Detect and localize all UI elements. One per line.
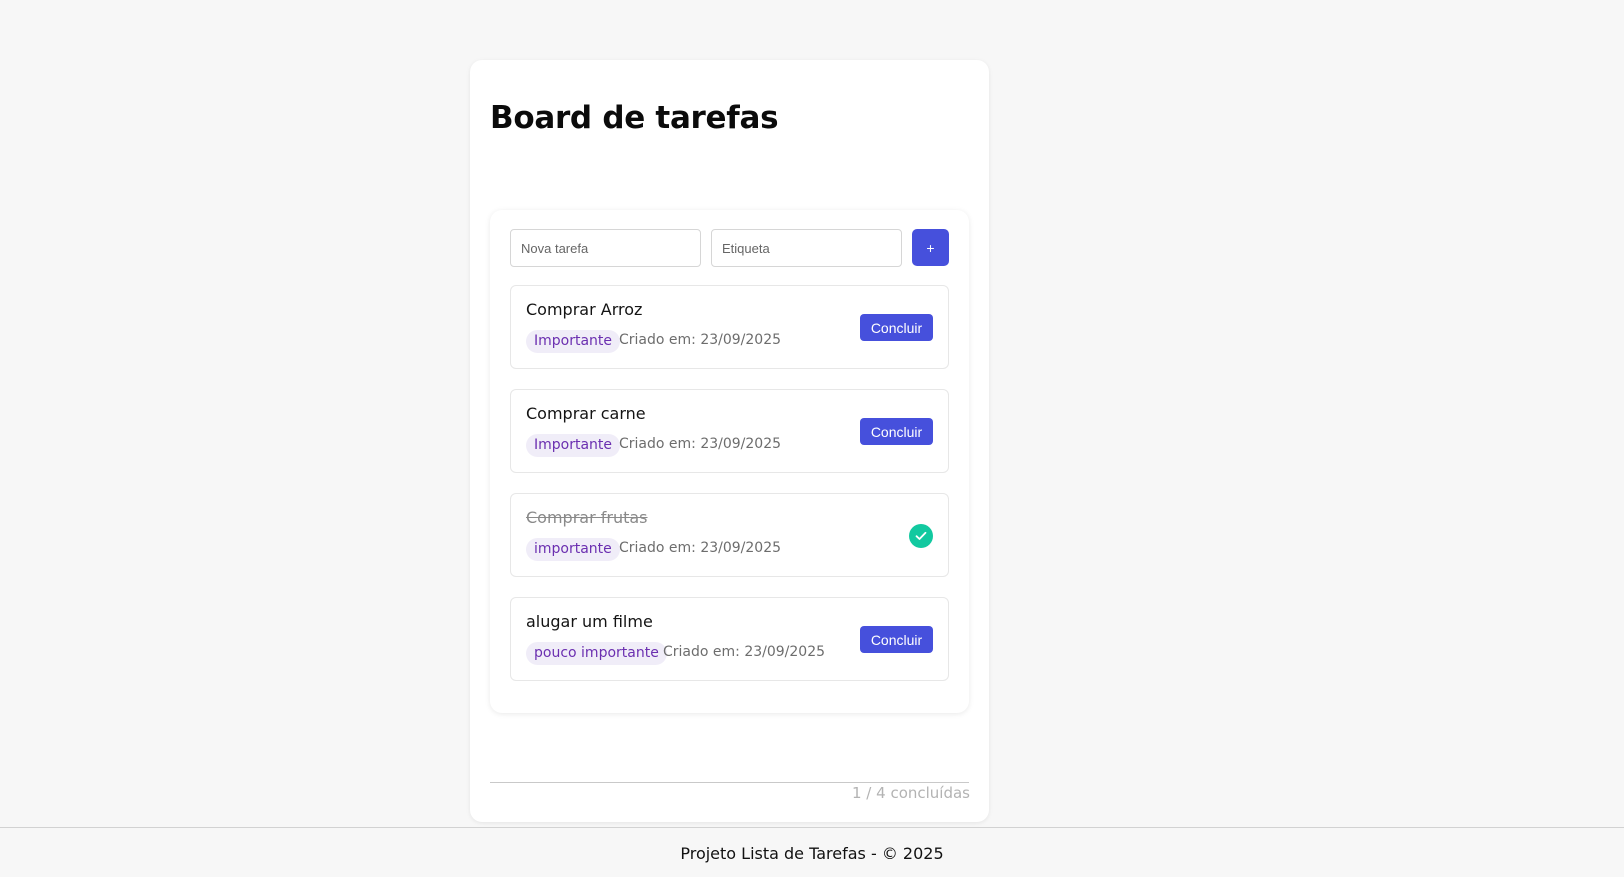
- task-item-completed: Comprar frutas importante Criado em: 23/…: [510, 493, 949, 577]
- task-title: Comprar Arroz: [526, 300, 643, 319]
- tag-badge: importante: [526, 538, 620, 561]
- complete-task-button[interactable]: Concluir: [860, 418, 933, 445]
- page-title: Board de tarefas: [490, 100, 779, 136]
- task-panel: + Comprar Arroz Importante Criado em: 23…: [490, 210, 969, 713]
- task-title: Comprar frutas: [526, 508, 648, 527]
- check-circle-icon: [909, 524, 933, 548]
- add-task-form: +: [510, 229, 949, 267]
- footer: Projeto Lista de Tarefas - © 2025: [0, 827, 1624, 877]
- created-date: Criado em: 23/09/2025: [619, 436, 782, 452]
- task-board: Board de tarefas + Comprar Arroz Importa…: [470, 60, 989, 822]
- tag-badge: Importante: [526, 330, 621, 353]
- complete-task-button[interactable]: Concluir: [860, 314, 933, 341]
- task-item: Comprar carne Importante Criado em: 23/0…: [510, 389, 949, 473]
- created-date: Criado em: 23/09/2025: [619, 540, 782, 556]
- created-date: Criado em: 23/09/2025: [619, 332, 782, 348]
- complete-task-button[interactable]: Concluir: [860, 626, 933, 653]
- task-title: alugar um filme: [526, 612, 653, 631]
- new-task-input[interactable]: [510, 229, 701, 267]
- footer-text: Projeto Lista de Tarefas - © 2025: [680, 844, 944, 863]
- checkmark-icon: [915, 531, 927, 540]
- task-item: alugar um filme pouco importante Criado …: [510, 597, 949, 681]
- tag-input[interactable]: [711, 229, 902, 267]
- divider: [490, 782, 969, 783]
- tag-badge: Importante: [526, 434, 621, 457]
- tag-badge: pouco importante: [526, 642, 667, 665]
- add-task-button[interactable]: +: [912, 229, 949, 266]
- task-item: Comprar Arroz Importante Criado em: 23/0…: [510, 285, 949, 369]
- completed-counter: 1 / 4 concluídas: [852, 784, 970, 802]
- task-title: Comprar carne: [526, 404, 646, 423]
- created-date: Criado em: 23/09/2025: [663, 644, 826, 660]
